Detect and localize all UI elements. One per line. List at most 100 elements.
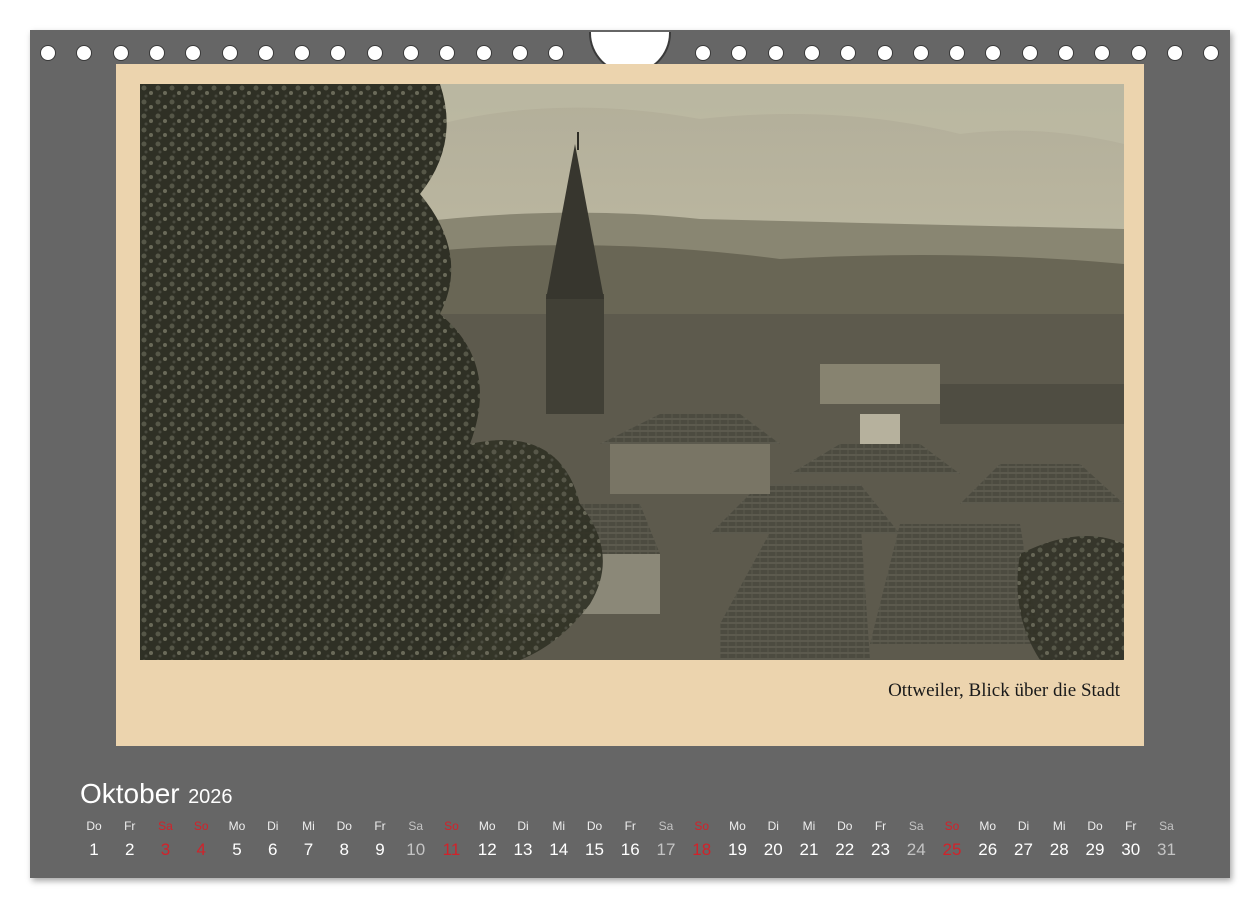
calendar-day: Mo 5 [219, 818, 255, 866]
month-name: Oktober [80, 778, 180, 809]
day-number: 1 [89, 840, 99, 859]
binding-hole [257, 45, 274, 61]
weekday-label: Fr [624, 819, 636, 833]
day-number: 7 [303, 840, 314, 859]
day-number: 8 [339, 840, 349, 859]
binding-hole [148, 45, 165, 61]
weekday-label: Mo [979, 819, 997, 833]
weekday-label: Sa [408, 819, 424, 833]
binding-hole [1094, 45, 1111, 61]
calendar-day: Sa 3 [148, 818, 184, 866]
calendar-day: Di 27 [1006, 818, 1042, 866]
day-number: 17 [656, 840, 676, 859]
weekday-label: Mi [802, 819, 816, 833]
calendar-strip: Do 1 Fr 2 Sa 3 So 4 Mo 5 Di 6 Mi 7 Do 8 Fr 9 Sa 10 So 11 Mo 12 D… [76, 818, 1184, 868]
weekday-label: Mo [478, 819, 496, 833]
day-number: 13 [513, 840, 533, 859]
town-view-illustration [140, 84, 1124, 660]
binding-hole [949, 45, 966, 61]
binding-hole [40, 45, 56, 61]
calendar-day: Di 13 [505, 818, 541, 866]
day-number: 30 [1121, 840, 1141, 859]
calendar-day: Sa 10 [398, 818, 434, 866]
day-number: 23 [871, 840, 890, 859]
weekday-label: Do [586, 819, 603, 833]
calendar-day: Do 8 [326, 818, 362, 866]
binding-hole [221, 45, 238, 61]
binding-hole [803, 45, 820, 61]
binding-hole [1130, 45, 1147, 61]
calendar-day: Fr 30 [1113, 818, 1149, 866]
day-number: 12 [477, 840, 497, 859]
binding-hole [985, 45, 1002, 61]
month-year: 2026 [188, 786, 233, 808]
month-title: Oktober 2026 [80, 778, 233, 810]
photo-caption: Ottweiler, Blick über die Stadt [888, 680, 1120, 701]
day-number: 5 [232, 840, 242, 859]
calendar-day: Mo 26 [970, 818, 1006, 866]
weekday-label: Do [336, 819, 352, 833]
weekday-label: Fr [1125, 819, 1137, 833]
weekday-label: So [193, 819, 209, 833]
day-number: 21 [799, 840, 819, 859]
binding-hole [876, 45, 893, 61]
day-number: 27 [1014, 840, 1033, 859]
calendar-day: Di 6 [255, 818, 291, 866]
binding-hole [1021, 45, 1038, 61]
binding-hole [912, 45, 929, 61]
day-number: 15 [585, 840, 604, 859]
binding-hole [695, 45, 711, 61]
binding-hole [731, 45, 748, 61]
calendar-day: Sa 17 [648, 818, 684, 866]
binding-hole [840, 45, 857, 61]
day-number: 19 [728, 840, 747, 859]
calendar-day: Fr 23 [863, 818, 899, 866]
weekday-label: Mi [1052, 819, 1066, 833]
weekday-label: So [694, 819, 710, 833]
weekday-label: Mi [302, 819, 315, 833]
binding-hole [403, 45, 419, 61]
binding-hole [475, 45, 492, 61]
weekday-label: So [444, 819, 459, 833]
weekday-label: Di [517, 819, 529, 833]
binding-hole [366, 45, 383, 61]
weekday-label: Mi [552, 819, 566, 833]
weekday-label: Di [767, 819, 779, 833]
binding-hole [548, 45, 565, 61]
weekday-label: So [944, 819, 960, 833]
day-number: 29 [1085, 840, 1105, 859]
calendar-day: Fr 9 [362, 818, 398, 866]
binding-hole [439, 45, 456, 61]
binding-hole [1058, 45, 1074, 61]
weekday-label: Fr [124, 819, 136, 833]
day-number: 2 [125, 840, 135, 859]
day-number: 6 [268, 840, 278, 859]
weekday-label: Do [837, 819, 853, 833]
weekday-label: Mo [228, 819, 246, 833]
calendar-day: Do 22 [827, 818, 863, 866]
day-number: 22 [835, 840, 855, 859]
day-number: 11 [442, 840, 461, 859]
weekday-label: Fr [374, 819, 386, 833]
day-number: 16 [620, 840, 640, 859]
historic-photo [140, 84, 1124, 660]
binding-hole [185, 45, 202, 61]
calendar-day: Di 20 [755, 818, 791, 866]
day-number: 25 [942, 840, 962, 859]
calendar-day: Fr 16 [612, 818, 648, 866]
calendar-day: Sa 24 [898, 818, 934, 866]
binding-hole [112, 45, 129, 61]
weekday-label: Sa [1159, 819, 1174, 833]
day-number: 24 [906, 840, 926, 859]
weekday-label: Fr [874, 819, 887, 833]
day-number: 4 [196, 840, 206, 859]
weekday-label: Di [1017, 819, 1030, 833]
day-number: 31 [1157, 840, 1176, 859]
calendar-day: So 4 [183, 818, 219, 866]
day-number: 10 [406, 840, 426, 859]
calendar-day: Do 29 [1077, 818, 1113, 866]
day-number: 26 [978, 840, 998, 859]
weekday-label: Sa [658, 819, 674, 833]
calendar-day: So 11 [434, 818, 470, 866]
binding-hole [330, 45, 347, 61]
